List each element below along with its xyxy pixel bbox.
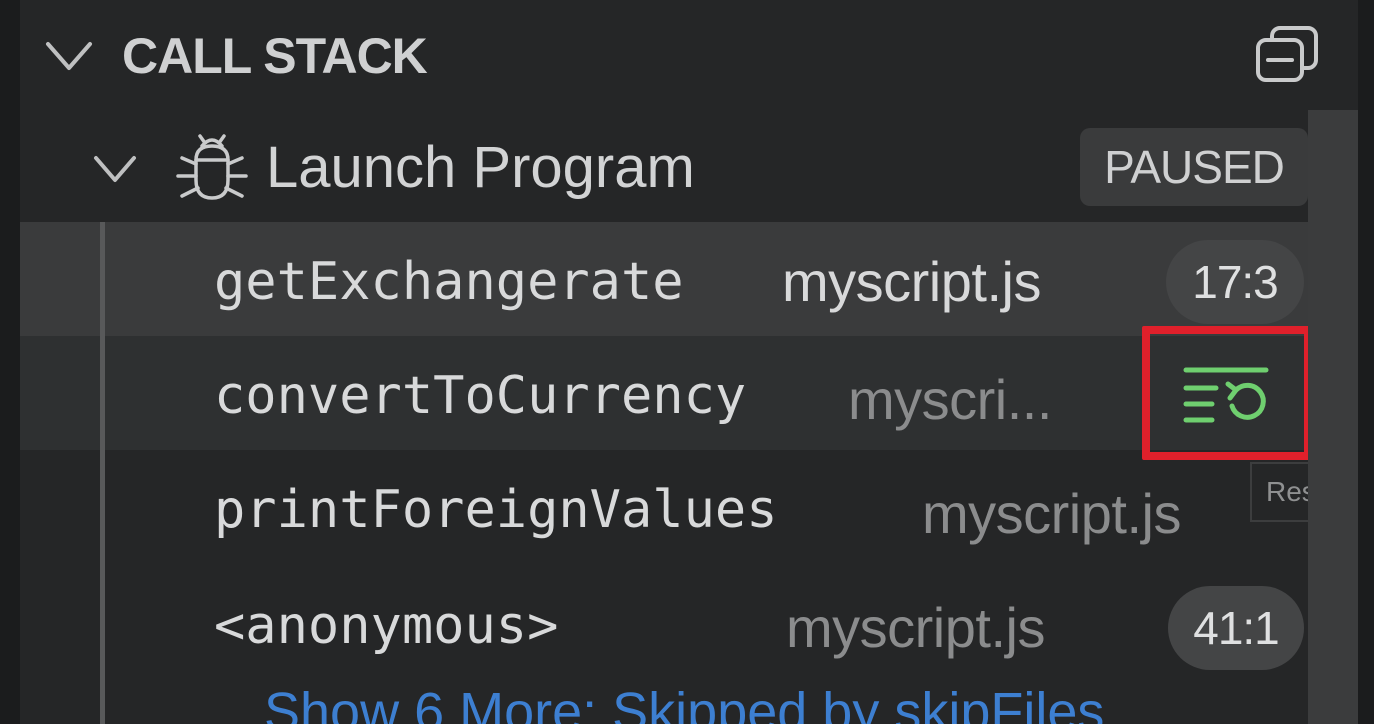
- frame-file-name: myscript.js: [782, 250, 1041, 313]
- frame-function-name: convertToCurrency: [214, 366, 747, 426]
- show-more-link[interactable]: Show 6 More: Skipped by skipFiles: [264, 682, 1104, 724]
- chevron-down-icon[interactable]: [90, 148, 140, 190]
- bug-icon: [176, 134, 248, 200]
- status-badge: PAUSED: [1080, 128, 1308, 206]
- frame-file-name: myscript.js: [786, 596, 1045, 659]
- frame-function-name: getExchangerate: [214, 252, 684, 312]
- line-number-badge: 17:3: [1166, 240, 1304, 324]
- panel-left-border: [0, 0, 20, 724]
- scrollbar[interactable]: [1308, 110, 1358, 724]
- frame-file-name: myscript.js: [922, 482, 1181, 545]
- tree-indent-guide: [100, 222, 105, 724]
- frame-function-name: <anonymous>: [214, 596, 559, 656]
- line-number-badge: 41:1: [1168, 586, 1304, 670]
- collapse-all-icon[interactable]: [1252, 22, 1322, 86]
- frame-file-name: myscri...: [848, 368, 1052, 431]
- session-name: Launch Program: [266, 135, 695, 200]
- frame-function-name: printForeignValues: [214, 480, 778, 540]
- call-stack-panel: CALL STACK Launch Program PAUSED getExch…: [0, 0, 1374, 724]
- restart-frame-icon[interactable]: [1160, 344, 1294, 442]
- chevron-down-icon[interactable]: [42, 34, 96, 78]
- section-title[interactable]: CALL STACK: [122, 24, 428, 88]
- panel-right-border: [1358, 0, 1374, 724]
